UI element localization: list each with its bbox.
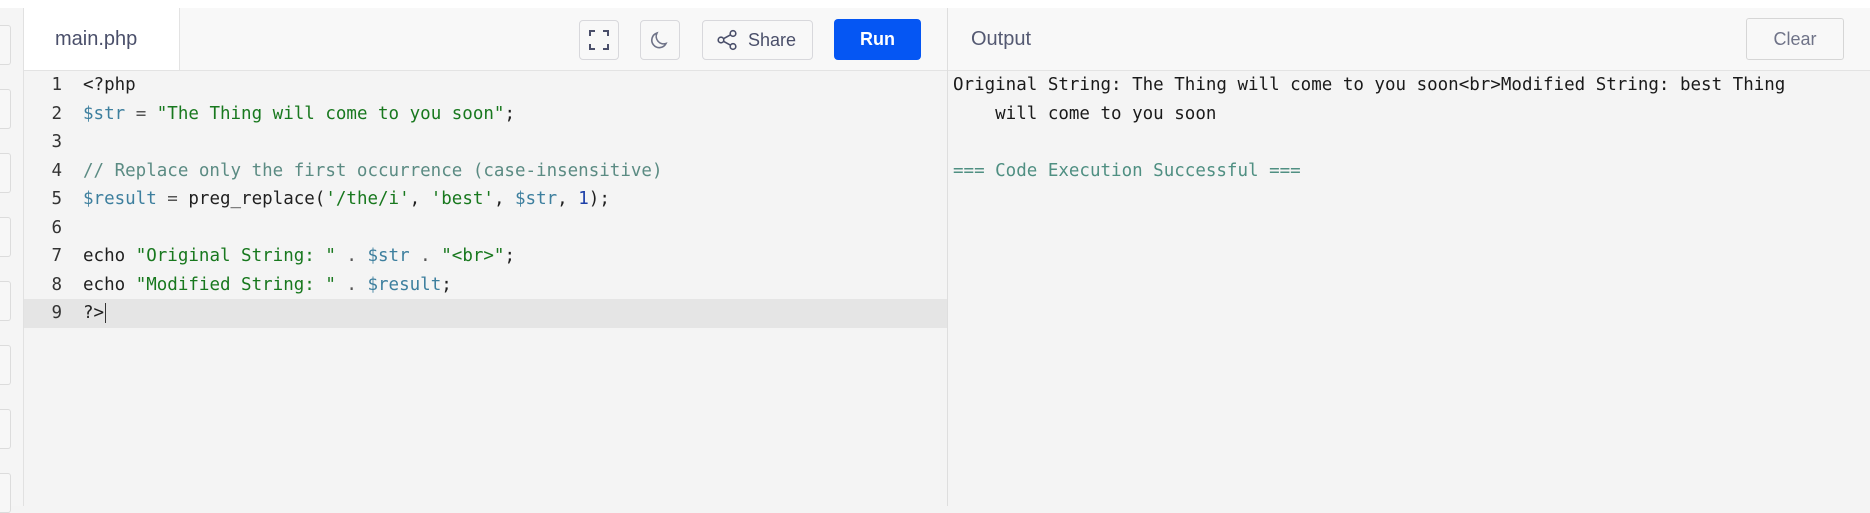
output-title: Output: [971, 28, 1032, 50]
code-token: <?php: [83, 75, 136, 95]
file-tab-main-php[interactable]: main.php: [24, 8, 180, 70]
line-content: $result = preg_replace('/the/i', 'best',…: [83, 185, 610, 214]
code-token: $result: [367, 274, 442, 295]
code-token: $str: [515, 189, 558, 209]
line-number: 6: [51, 217, 62, 238]
theme-toggle-button[interactable]: [640, 20, 680, 60]
pane-divider[interactable]: [947, 8, 948, 506]
sidebar-tab[interactable]: [0, 345, 11, 385]
code-line[interactable]: 4 // Replace only the first occurrence (c…: [24, 157, 947, 186]
code-token: ;: [441, 274, 452, 295]
moon-icon: [651, 31, 668, 49]
code-token: $str: [367, 246, 410, 266]
share-icon: [717, 29, 737, 51]
output-line: will come to you soon: [953, 103, 1217, 124]
output-line: Original String: The Thing will come to …: [953, 75, 1786, 95]
code-token: $str: [83, 103, 126, 124]
code-line[interactable]: 6: [24, 214, 947, 243]
sidebar-tab[interactable]: [0, 409, 11, 449]
sidebar-tab[interactable]: [0, 89, 11, 129]
code-token: =: [156, 189, 189, 209]
code-token: ;: [504, 103, 515, 124]
text-cursor: [105, 303, 107, 323]
code-token: echo: [83, 246, 136, 266]
run-button[interactable]: Run: [834, 19, 921, 60]
share-button[interactable]: Share: [702, 20, 813, 60]
code-line[interactable]: 8 echo "Modified String: " . $result;: [24, 271, 947, 300]
code-token: .: [335, 274, 368, 295]
line-number: 2: [51, 103, 62, 124]
sidebar-tab[interactable]: [0, 473, 11, 513]
code-token: "<br>": [441, 246, 505, 266]
line-number: 9: [51, 303, 62, 323]
code-token: echo: [83, 274, 136, 295]
code-line[interactable]: 3: [24, 128, 947, 157]
output-toolbar: Output Clear: [948, 8, 1870, 71]
code-token: "Modified String: ": [135, 274, 336, 295]
line-content: // Replace only the first occurrence (ca…: [83, 157, 662, 186]
line-content: ?>: [83, 299, 107, 328]
fullscreen-button[interactable]: [579, 20, 619, 60]
editor-toolbar: main.php Share Run: [24, 8, 947, 71]
code-token: =: [125, 103, 157, 124]
line-content: <?php: [83, 71, 136, 100]
code-line[interactable]: 1 <?php: [24, 71, 947, 100]
share-label: Share: [748, 29, 797, 50]
line-content: echo "Modified String: " . $result;: [83, 271, 452, 300]
sidebar-tab[interactable]: [0, 281, 11, 321]
sidebar-tab[interactable]: [0, 217, 11, 257]
execution-status: === Code Execution Successful ===: [953, 160, 1301, 181]
code-token: ?>: [83, 303, 105, 323]
left-sidebar: [0, 8, 24, 513]
line-content: echo "Original String: " . $str . "<br>"…: [83, 242, 515, 271]
line-content: $str = "The Thing will come to you soon"…: [83, 100, 515, 129]
code-token: ,: [409, 189, 431, 209]
line-number: 4: [51, 160, 62, 181]
code-line[interactable]: 2 $str = "The Thing will come to you soon…: [24, 100, 947, 129]
line-number: 7: [51, 246, 62, 266]
code-token: );: [588, 189, 610, 209]
code-token: .: [335, 246, 368, 266]
code-token: ;: [504, 246, 516, 266]
code-token: "The Thing will come to you soon": [156, 103, 505, 124]
code-editor[interactable]: 1 <?php 2 $str = "The Thing will come to yo…: [24, 71, 947, 328]
code-token: '/the/i': [325, 189, 410, 209]
code-token: "Original String: ": [135, 246, 336, 266]
code-token: ,: [493, 189, 516, 209]
sidebar-tab[interactable]: [0, 25, 11, 65]
code-token: // Replace only the first occurrence (ca…: [83, 160, 663, 181]
code-line[interactable]: 9 ?>: [24, 299, 947, 328]
code-token: $result: [83, 189, 157, 209]
line-number: 1: [51, 75, 62, 95]
fullscreen-icon: [589, 30, 609, 50]
line-number: 3: [51, 132, 62, 152]
line-number: 5: [51, 189, 62, 209]
output-console: Original String: The Thing will come to …: [953, 71, 1863, 185]
line-number: 8: [51, 274, 62, 295]
code-token: 'best': [430, 189, 494, 209]
code-line[interactable]: 7 echo "Original String: " . $str . "<br>…: [24, 242, 947, 271]
code-token: preg_replace(: [188, 189, 326, 209]
code-line[interactable]: 5 $result = preg_replace('/the/i', 'best'…: [24, 185, 947, 214]
code-token: .: [409, 246, 442, 266]
sidebar-tab[interactable]: [0, 153, 11, 193]
code-token: 1: [578, 189, 589, 209]
clear-button[interactable]: Clear: [1746, 18, 1844, 60]
code-token: ,: [557, 189, 579, 209]
